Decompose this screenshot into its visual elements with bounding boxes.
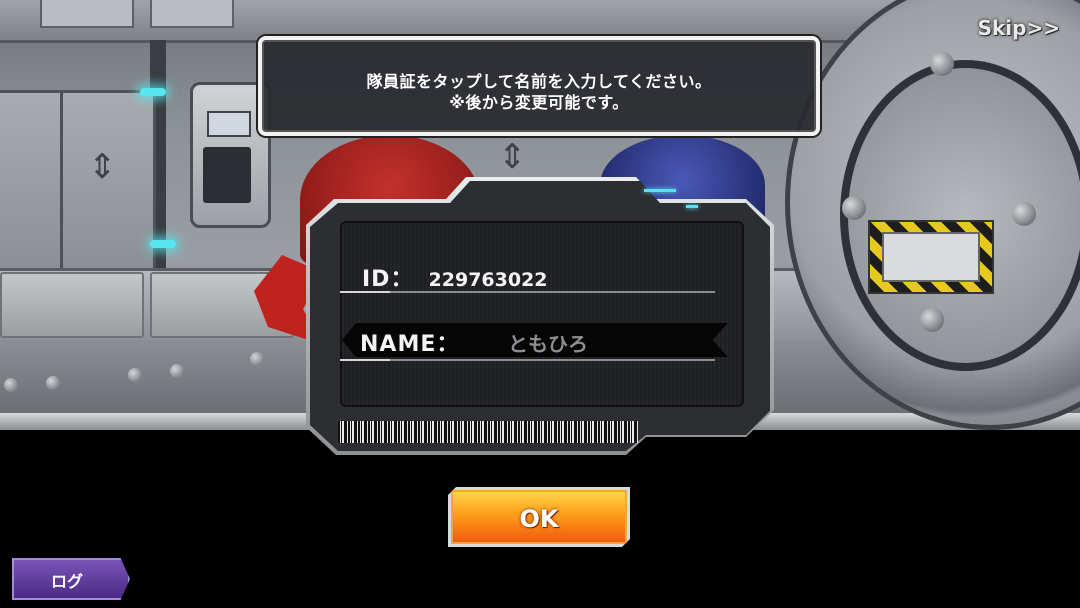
name-divider-highlight	[340, 359, 390, 361]
up-down-arrow-icon: ⇕	[88, 147, 117, 187]
ledge-segment	[0, 272, 144, 338]
log-button-label: ログ	[51, 572, 84, 591]
vault-nameplate	[882, 232, 980, 282]
id-divider-highlight	[340, 291, 390, 293]
terminal-slot	[203, 147, 251, 203]
member-id-card[interactable]: ID： 229763022 NAME： ともひろ	[306, 175, 774, 455]
id-card-screen	[340, 221, 744, 407]
ok-button-label: OK	[519, 505, 559, 533]
ok-button[interactable]: OK	[448, 487, 630, 547]
id-row: ID： 229763022	[362, 261, 548, 293]
vault-bolt	[1012, 202, 1036, 226]
instruction-banner: 隊員証をタップして名前を入力してください。 ※後から変更可能です。	[258, 36, 820, 136]
terminal-screen	[207, 111, 251, 137]
id-label: ID：	[362, 267, 414, 292]
rivet	[128, 368, 142, 382]
barcode	[338, 421, 638, 443]
up-down-arrow-icon: ⇕	[498, 137, 527, 177]
id-value: 229763022	[428, 269, 548, 291]
vault-bolt	[930, 52, 954, 76]
name-divider	[340, 359, 715, 361]
name-input-field[interactable]: NAME： ともひろ	[342, 323, 728, 357]
name-value: ともひろ	[508, 332, 588, 356]
log-button[interactable]: ログ	[12, 558, 130, 600]
ceiling-plate	[150, 0, 234, 28]
vault-bolt	[920, 308, 944, 332]
skip-button[interactable]: Skip>>	[978, 16, 1060, 40]
cyan-light	[150, 240, 176, 248]
id-divider	[340, 291, 715, 293]
rivet	[250, 352, 264, 366]
ceiling-plate	[40, 0, 134, 28]
name-label: NAME：	[360, 332, 460, 357]
card-accent-light	[644, 189, 676, 192]
cyan-light	[140, 88, 166, 96]
rivet	[46, 376, 60, 390]
rivet	[4, 378, 18, 392]
instruction-text-line-2: ※後から変更可能です。	[449, 93, 629, 112]
rivet	[170, 364, 184, 378]
card-accent-light	[686, 205, 698, 208]
vault-bolt	[842, 196, 866, 220]
vault-door-inner	[840, 60, 1080, 371]
